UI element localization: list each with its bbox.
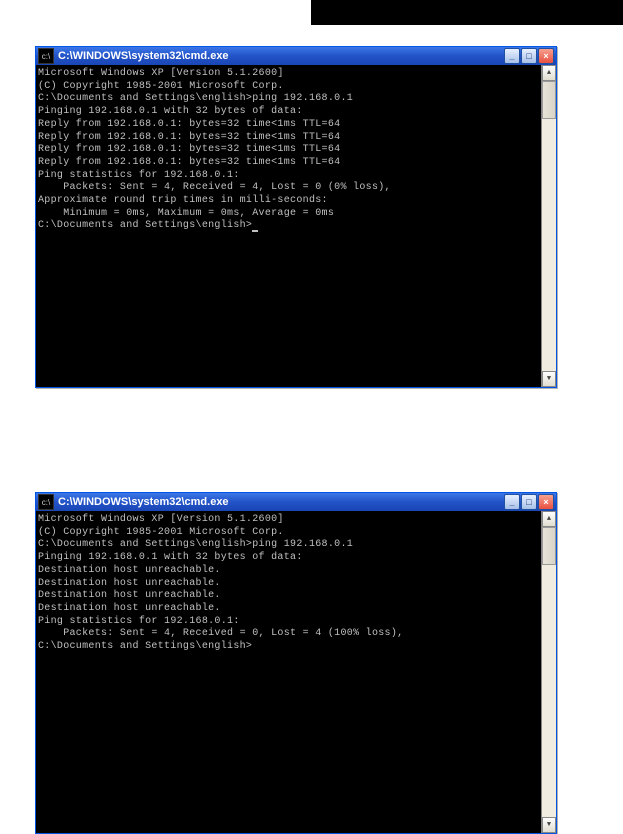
console-line: C:\Documents and Settings\english> <box>38 220 539 233</box>
console-line: Reply from 192.168.0.1: bytes=32 time<1m… <box>38 157 539 170</box>
console-line: C:\Documents and Settings\english>ping 1… <box>38 539 539 552</box>
console-line: Ping statistics for 192.168.0.1: <box>38 616 539 629</box>
console-line: Destination host unreachable. <box>38 578 539 591</box>
console-line: C:\Documents and Settings\english> <box>38 641 539 654</box>
console-line: Microsoft Windows XP [Version 5.1.2600] <box>38 68 539 81</box>
console-output[interactable]: Microsoft Windows XP [Version 5.1.2600](… <box>36 511 541 833</box>
console-line: Destination host unreachable. <box>38 603 539 616</box>
text-cursor <box>252 230 258 232</box>
titlebar[interactable]: c:\ C:\WINDOWS\system32\cmd.exe _ □ × <box>36 493 556 511</box>
titlebar[interactable]: c:\ C:\WINDOWS\system32\cmd.exe _ □ × <box>36 47 556 65</box>
console-line: Microsoft Windows XP [Version 5.1.2600] <box>38 514 539 527</box>
console-line: C:\Documents and Settings\english>ping 1… <box>38 93 539 106</box>
minimize-button[interactable]: _ <box>504 48 520 64</box>
console-body: Microsoft Windows XP [Version 5.1.2600](… <box>36 65 556 387</box>
window-title: C:\WINDOWS\system32\cmd.exe <box>58 496 504 508</box>
console-line: Approximate round trip times in milli-se… <box>38 195 539 208</box>
window-controls: _ □ × <box>504 48 554 64</box>
console-line: (C) Copyright 1985-2001 Microsoft Corp. <box>38 81 539 94</box>
window-controls: _ □ × <box>504 494 554 510</box>
console-line: Reply from 192.168.0.1: bytes=32 time<1m… <box>38 119 539 132</box>
scroll-down-button[interactable]: ▼ <box>542 817 556 833</box>
close-button[interactable]: × <box>538 48 554 64</box>
cmd-window-success: c:\ C:\WINDOWS\system32\cmd.exe _ □ × Mi… <box>35 46 557 388</box>
cmd-window-fail: c:\ C:\WINDOWS\system32\cmd.exe _ □ × Mi… <box>35 492 557 834</box>
console-line: Ping statistics for 192.168.0.1: <box>38 170 539 183</box>
console-line: Pinging 192.168.0.1 with 32 bytes of dat… <box>38 552 539 565</box>
scroll-thumb[interactable] <box>542 81 556 119</box>
page-header-dark-block <box>311 0 623 25</box>
console-output[interactable]: Microsoft Windows XP [Version 5.1.2600](… <box>36 65 541 387</box>
console-line: Packets: Sent = 4, Received = 0, Lost = … <box>38 628 539 641</box>
console-body: Microsoft Windows XP [Version 5.1.2600](… <box>36 511 556 833</box>
console-line: Pinging 192.168.0.1 with 32 bytes of dat… <box>38 106 539 119</box>
cmd-icon: c:\ <box>38 494 54 510</box>
console-line: Minimum = 0ms, Maximum = 0ms, Average = … <box>38 208 539 221</box>
console-line: Destination host unreachable. <box>38 590 539 603</box>
console-line: (C) Copyright 1985-2001 Microsoft Corp. <box>38 527 539 540</box>
vertical-scrollbar[interactable]: ▲ ▼ <box>541 511 556 833</box>
vertical-scrollbar[interactable]: ▲ ▼ <box>541 65 556 387</box>
scroll-track[interactable] <box>542 81 556 371</box>
scroll-track[interactable] <box>542 527 556 817</box>
console-line: Reply from 192.168.0.1: bytes=32 time<1m… <box>38 132 539 145</box>
close-button[interactable]: × <box>538 494 554 510</box>
maximize-button[interactable]: □ <box>521 494 537 510</box>
scroll-up-button[interactable]: ▲ <box>542 65 556 81</box>
minimize-button[interactable]: _ <box>504 494 520 510</box>
console-line: Reply from 192.168.0.1: bytes=32 time<1m… <box>38 144 539 157</box>
cmd-icon: c:\ <box>38 48 54 64</box>
scroll-up-button[interactable]: ▲ <box>542 511 556 527</box>
scroll-thumb[interactable] <box>542 527 556 565</box>
window-title: C:\WINDOWS\system32\cmd.exe <box>58 50 504 62</box>
maximize-button[interactable]: □ <box>521 48 537 64</box>
console-line: Destination host unreachable. <box>38 565 539 578</box>
scroll-down-button[interactable]: ▼ <box>542 371 556 387</box>
console-line: Packets: Sent = 4, Received = 4, Lost = … <box>38 182 539 195</box>
